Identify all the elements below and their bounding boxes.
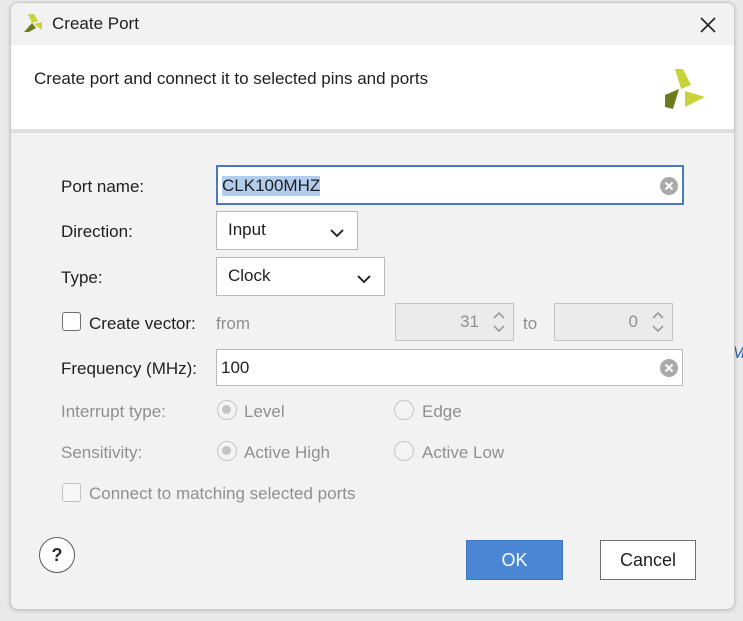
vector-from-label: from bbox=[216, 314, 250, 333]
frequency-value: 100 bbox=[221, 358, 250, 377]
connect-matching-label: Connect to matching selected ports bbox=[89, 484, 356, 503]
title-bar: Create Port bbox=[11, 3, 734, 45]
xilinx-logo-icon bbox=[661, 65, 707, 116]
type-select[interactable]: Clock bbox=[216, 257, 385, 296]
window-title: Create Port bbox=[52, 14, 139, 33]
create-port-dialog: Create Port Create port and connect it t… bbox=[10, 2, 735, 610]
xilinx-logo-icon bbox=[22, 12, 44, 39]
frequency-label: Frequency (MHz): bbox=[61, 359, 198, 378]
create-vector-checkbox[interactable] bbox=[62, 312, 81, 331]
type-value: Clock bbox=[228, 266, 271, 285]
type-label: Type: bbox=[61, 268, 103, 287]
cancel-button[interactable]: Cancel bbox=[600, 540, 696, 580]
port-name-value: CLK100MHZ bbox=[222, 176, 321, 196]
interrupt-type-label: Interrupt type: bbox=[61, 402, 166, 421]
interrupt-level-label: Level bbox=[244, 402, 285, 421]
clear-icon[interactable] bbox=[659, 358, 679, 378]
ok-button[interactable]: OK bbox=[466, 540, 563, 580]
sensitivity-active-high-label: Active High bbox=[244, 443, 330, 462]
sensitivity-label: Sensitivity: bbox=[61, 443, 143, 462]
close-icon[interactable] bbox=[695, 12, 721, 38]
create-vector-label: Create vector: bbox=[89, 314, 196, 333]
help-icon: ? bbox=[51, 545, 63, 565]
port-name-input[interactable]: CLK100MHZ bbox=[216, 165, 684, 205]
interrupt-edge-radio[interactable] bbox=[394, 400, 414, 420]
direction-select[interactable]: Input bbox=[216, 211, 358, 250]
connect-matching-checkbox[interactable] bbox=[62, 483, 81, 502]
sensitivity-active-high-radio[interactable] bbox=[217, 441, 237, 461]
port-name-label: Port name: bbox=[61, 177, 145, 196]
vector-to-value: 0 bbox=[628, 312, 638, 331]
vector-from-spinner[interactable]: 31 bbox=[395, 303, 514, 341]
dialog-header: Create port and connect it to selected p… bbox=[11, 45, 734, 133]
direction-value: Input bbox=[228, 220, 266, 239]
spin-arrows-icon[interactable] bbox=[650, 308, 666, 336]
direction-label: Direction: bbox=[61, 222, 133, 241]
vector-from-value: 31 bbox=[460, 312, 479, 331]
help-button[interactable]: ? bbox=[39, 537, 75, 573]
vector-to-spinner[interactable]: 0 bbox=[554, 303, 673, 341]
interrupt-level-radio[interactable] bbox=[217, 400, 237, 420]
chevron-down-icon bbox=[329, 225, 345, 243]
spin-arrows-icon[interactable] bbox=[491, 308, 507, 336]
clear-icon[interactable] bbox=[659, 176, 679, 196]
frequency-input[interactable]: 100 bbox=[216, 349, 683, 386]
dialog-description: Create port and connect it to selected p… bbox=[34, 69, 429, 88]
sensitivity-active-low-label: Active Low bbox=[422, 443, 505, 462]
vector-to-label: to bbox=[523, 314, 538, 333]
interrupt-edge-label: Edge bbox=[422, 402, 462, 421]
sensitivity-active-low-radio[interactable] bbox=[394, 441, 414, 461]
chevron-down-icon bbox=[356, 271, 372, 289]
